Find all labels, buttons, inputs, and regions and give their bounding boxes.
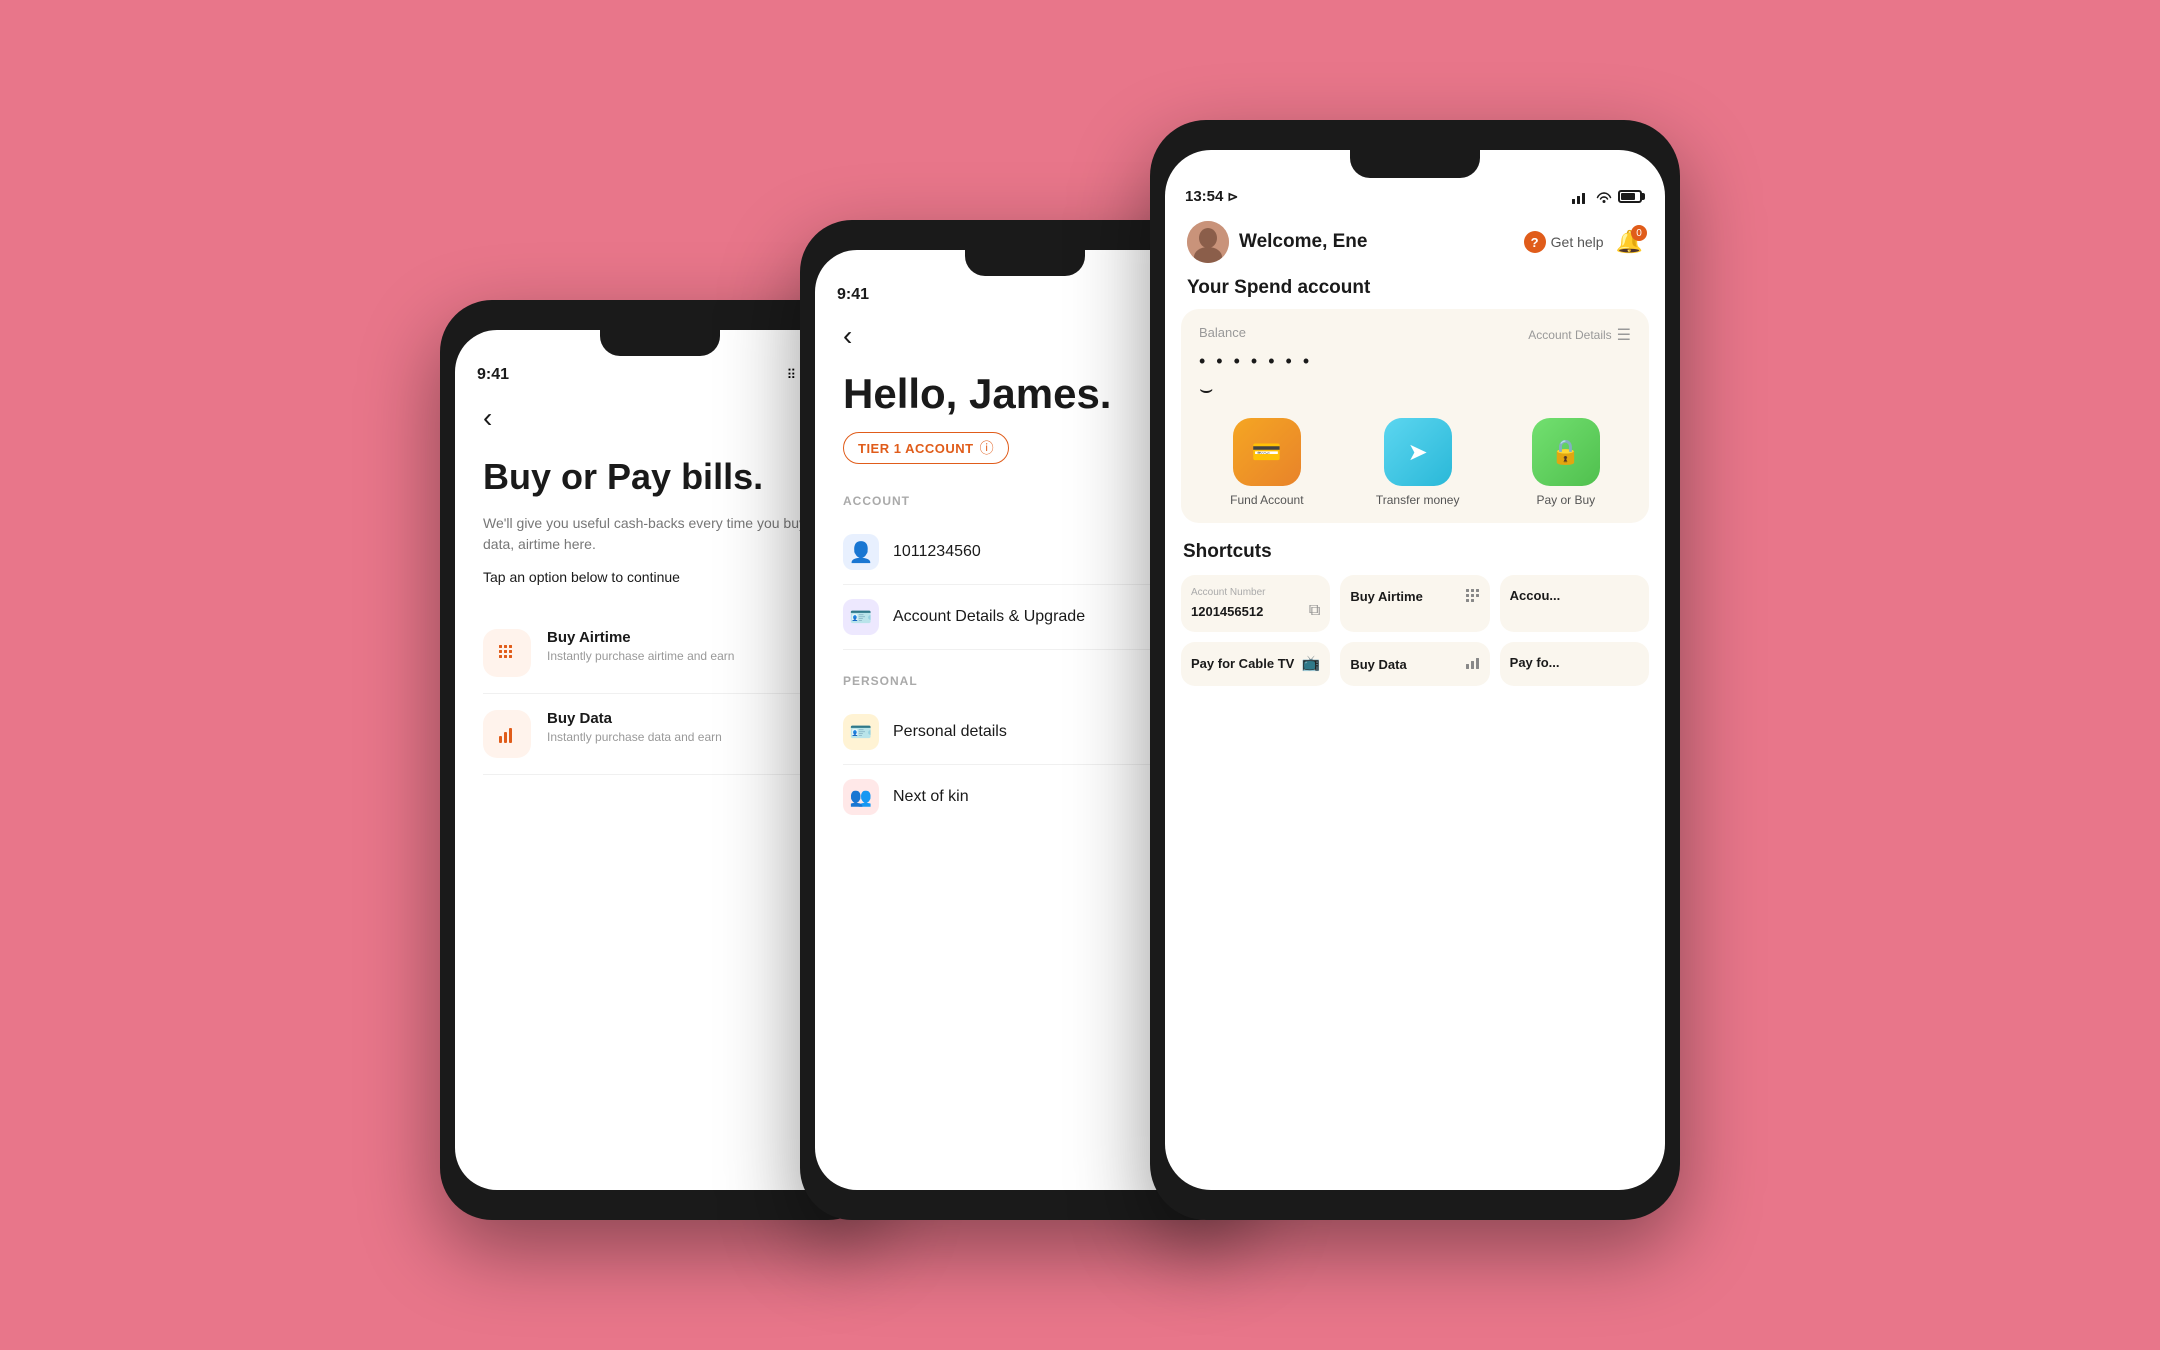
- shortcut-account-number[interactable]: Account Number 1201456512 ⧉: [1181, 575, 1330, 632]
- action-buttons: 💳 Fund Account ➤ Transfer money: [1199, 418, 1631, 507]
- fund-account-btn[interactable]: 💳 Fund Account: [1230, 418, 1303, 507]
- get-help-btn[interactable]: ? Get help: [1524, 231, 1604, 253]
- personal-details-icon: 🪪: [843, 714, 879, 750]
- tier-label: TIER 1 ACCOUNT: [858, 441, 974, 456]
- balance-label: Balance: [1199, 325, 1246, 340]
- shortcut-account[interactable]: Accou...: [1500, 575, 1649, 632]
- help-icon: ?: [1524, 231, 1546, 253]
- phone-ene: 13:54 ⊳: [1150, 120, 1680, 1220]
- status-time-2: 9:41: [837, 286, 869, 304]
- shortcut-cable-icon: 📺: [1302, 654, 1321, 672]
- balance-card: Balance Account Details ☰ • • • • • • • …: [1181, 309, 1649, 523]
- status-time-1: 9:41: [477, 366, 509, 384]
- tier-info-icon: ⓘ: [980, 438, 994, 458]
- balance-symbol: ⌣: [1199, 376, 1631, 402]
- bills-tap: Tap an option below to continue: [483, 569, 837, 585]
- shortcuts-section: Shortcuts Account Number 1201456512 ⧉ Bu: [1165, 541, 1665, 686]
- welcome-left: Welcome, Ene: [1187, 221, 1367, 263]
- account-details-icon: ☰: [1617, 325, 1631, 345]
- account-details-btn[interactable]: Account Details ☰: [1528, 325, 1631, 345]
- status-icons-3: [1572, 190, 1645, 204]
- pay-icon: 🔒: [1532, 418, 1600, 486]
- bills-title: Buy or Pay bills.: [483, 456, 837, 497]
- shortcut-buy-data[interactable]: Buy Data: [1340, 642, 1489, 686]
- next-of-kin-label: Next of kin: [893, 788, 969, 806]
- shortcut-cable-tv[interactable]: Pay for Cable TV 📺: [1181, 642, 1330, 686]
- airtime-desc: Instantly purchase airtime and earn: [547, 649, 837, 663]
- transfer-money-btn[interactable]: ➤ Transfer money: [1376, 418, 1460, 507]
- menu-item-airtime[interactable]: Buy Airtime Instantly purchase airtime a…: [483, 613, 837, 694]
- menu-item-data[interactable]: Buy Data Instantly purchase data and ear…: [483, 694, 837, 775]
- airtime-title: Buy Airtime: [547, 629, 837, 646]
- data-text: Buy Data Instantly purchase data and ear…: [547, 710, 837, 744]
- scene: 9:41 ⠿ ▲ ‹ Buy or Pay bills. We'll give …: [380, 100, 1780, 1250]
- shortcut-account-copy-icon[interactable]: ⧉: [1309, 602, 1320, 620]
- account-details-label: Account Details: [1528, 328, 1611, 342]
- header-actions: ? Get help 🔔 0: [1524, 229, 1643, 255]
- shortcut-data-icon: [1464, 654, 1480, 674]
- shortcut-buy-airtime[interactable]: Buy Airtime: [1340, 575, 1489, 632]
- data-desc: Instantly purchase data and earn: [547, 730, 837, 744]
- shortcut-account-trunc-value: Accou...: [1510, 588, 1561, 603]
- shortcut-data-value: Buy Data: [1350, 657, 1406, 672]
- spend-account-title: Your Spend account: [1165, 277, 1665, 299]
- shortcut-pay-value: Pay fo...: [1510, 655, 1560, 670]
- bell-badge: 0: [1631, 225, 1647, 241]
- data-icon: [483, 710, 531, 758]
- notification-bell[interactable]: 🔔 0: [1616, 229, 1643, 255]
- transfer-label: Transfer money: [1376, 493, 1460, 507]
- transfer-icon: ➤: [1384, 418, 1452, 486]
- bills-subtitle: We'll give you useful cash-backs every t…: [483, 513, 837, 555]
- pay-buy-btn[interactable]: 🔒 Pay or Buy: [1532, 418, 1600, 507]
- account-details-label: Account Details & Upgrade: [893, 608, 1085, 626]
- shortcut-cable-value: Pay for Cable TV: [1191, 656, 1294, 671]
- data-title: Buy Data: [547, 710, 837, 727]
- shortcut-account-value: 1201456512: [1191, 604, 1263, 619]
- pay-label: Pay or Buy: [1536, 493, 1595, 507]
- balance-dots: • • • • • • •: [1199, 351, 1631, 372]
- shortcuts-title: Shortcuts: [1181, 541, 1649, 563]
- account-person-icon: 👤: [843, 534, 879, 570]
- fund-icon: 💳: [1233, 418, 1301, 486]
- account-number-text: 1011234560: [893, 543, 981, 561]
- account-details-icon: 🪪: [843, 599, 879, 635]
- shortcut-airtime-value: Buy Airtime: [1350, 589, 1422, 604]
- fund-label: Fund Account: [1230, 493, 1303, 507]
- shortcut-pay-for[interactable]: Pay fo...: [1500, 642, 1649, 686]
- airtime-text: Buy Airtime Instantly purchase airtime a…: [547, 629, 837, 663]
- airtime-icon: [483, 629, 531, 677]
- shortcuts-grid: Account Number 1201456512 ⧉ Buy Airtime: [1181, 575, 1649, 686]
- status-time-3: 13:54 ⊳: [1185, 188, 1238, 205]
- screen3-header: Welcome, Ene ? Get help 🔔 0: [1165, 213, 1665, 277]
- tier-badge[interactable]: TIER 1 ACCOUNT ⓘ: [843, 432, 1009, 464]
- next-of-kin-icon: 👥: [843, 779, 879, 815]
- back-button-1[interactable]: ‹: [483, 402, 837, 434]
- welcome-text: Welcome, Ene: [1239, 231, 1367, 253]
- avatar: [1187, 221, 1229, 263]
- get-help-label: Get help: [1551, 234, 1604, 250]
- personal-details-label: Personal details: [893, 723, 1007, 741]
- location-icon: ⊳: [1227, 189, 1238, 205]
- shortcut-account-label: Account Number: [1191, 587, 1320, 598]
- shortcut-airtime-icon: [1464, 587, 1480, 606]
